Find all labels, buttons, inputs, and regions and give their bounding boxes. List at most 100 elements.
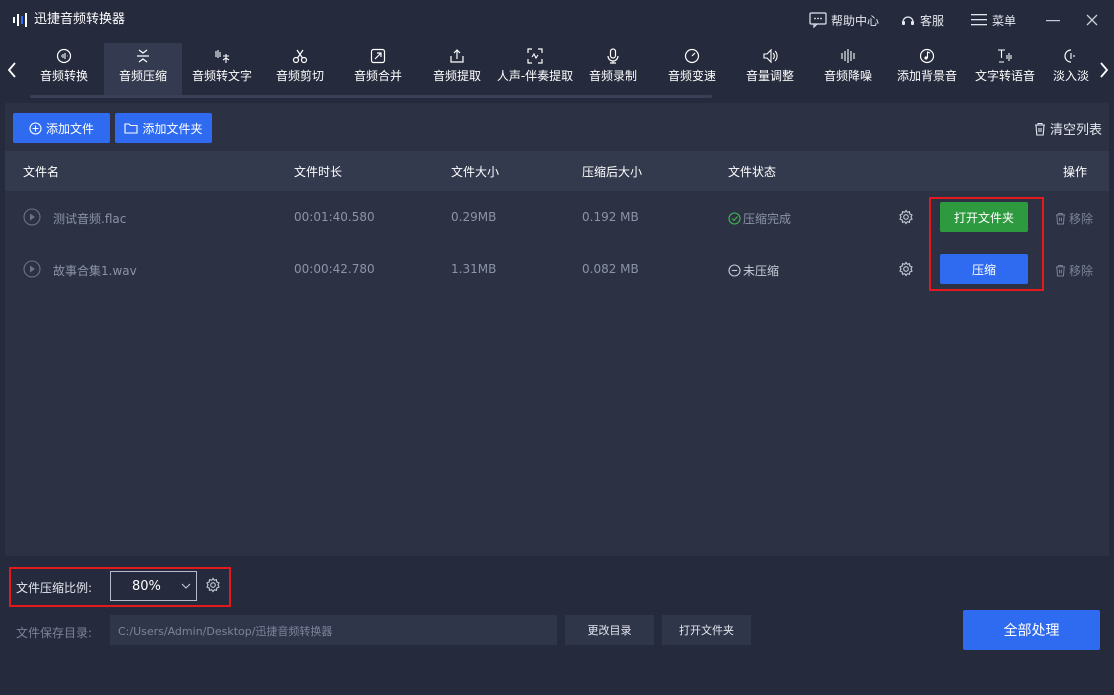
file-duration: 00:00:42.780: [294, 262, 375, 276]
help-center-button[interactable]: 帮助中心: [809, 10, 879, 30]
background-music-icon: [919, 48, 935, 64]
scissors-icon: [292, 49, 308, 64]
column-header-status: 文件状态: [728, 165, 777, 179]
compress-ratio-select[interactable]: 80%: [110, 571, 197, 601]
tool-label: 音频合并: [353, 69, 402, 83]
tool-fade[interactable]: 淡入淡: [1044, 43, 1098, 95]
status-badge: 压缩完成: [728, 210, 791, 227]
tool-add-background-music[interactable]: 添加背景音: [888, 43, 966, 95]
app-title: 迅捷音频转换器: [34, 12, 126, 27]
tool-audio-merge[interactable]: 音频合并: [339, 43, 417, 95]
add-folder-label: 添加文件夹: [142, 121, 203, 136]
play-icon[interactable]: [23, 208, 41, 226]
process-all-button[interactable]: 全部处理: [963, 610, 1100, 650]
fade-icon: [1064, 49, 1075, 63]
trash-icon: [1034, 122, 1045, 136]
highlight-action-buttons: [929, 197, 1044, 291]
column-header-duration: 文件时长: [294, 165, 343, 179]
status-badge: 未压缩: [728, 262, 779, 279]
column-header-compressed-size: 压缩后大小: [582, 165, 643, 179]
tool-label: 音频变速: [667, 69, 716, 83]
extract-icon: [450, 49, 464, 63]
customer-service-label: 客服: [920, 13, 945, 28]
customer-service-button[interactable]: 客服: [900, 10, 944, 30]
help-center-label: 帮助中心: [831, 13, 880, 28]
menu-button[interactable]: 菜单: [970, 10, 1016, 30]
folder-icon: [124, 123, 139, 134]
minus-circle-icon: [728, 264, 741, 277]
title-bar: 迅捷音频转换器 帮助中心 客服 菜单: [0, 0, 1114, 40]
clear-list-label: 清空列表: [1049, 123, 1102, 138]
save-dir-label: 文件保存目录:: [16, 626, 93, 640]
microphone-icon: [607, 48, 619, 64]
minimize-icon[interactable]: [1043, 10, 1063, 30]
tool-label: 添加背景音: [896, 69, 957, 83]
add-file-button[interactable]: 添加文件: [13, 113, 110, 143]
tool-audio-convert[interactable]: 音频转换: [25, 43, 103, 95]
table-header: 文件名 文件时长 文件大小 压缩后大小 文件状态 操作: [5, 151, 1109, 191]
audio-convert-icon: [56, 48, 72, 64]
change-dir-button[interactable]: 更改目录: [565, 615, 654, 645]
play-icon[interactable]: [23, 260, 41, 278]
tool-audio-cut[interactable]: 音频剪切: [261, 43, 339, 95]
volume-icon: [763, 48, 778, 64]
check-circle-icon: [728, 212, 741, 225]
text-to-speech-icon: [998, 49, 1012, 63]
tool-label: 音频录制: [588, 69, 637, 83]
tool-audio-speed[interactable]: 音频变速: [653, 43, 731, 95]
remove-button[interactable]: 移除: [1055, 210, 1093, 227]
status-text: 压缩完成: [743, 212, 792, 226]
chevron-left-icon[interactable]: [4, 58, 20, 82]
toolbar-scrollbar[interactable]: [30, 95, 712, 98]
gear-icon[interactable]: [898, 261, 914, 277]
compressed-size: 0.082 MB: [582, 262, 639, 276]
tool-audio-extract[interactable]: 音频提取: [418, 43, 496, 95]
tool-label: 音频剪切: [275, 69, 324, 83]
trash-icon: [1055, 212, 1066, 225]
file-list-panel: 添加文件 添加文件夹 清空列表 文件名 文件时长 文件大小 压缩后大小 文件状态…: [5, 103, 1109, 556]
audio-compress-icon: [137, 49, 149, 63]
compress-ratio-label: 文件压缩比例:: [16, 581, 93, 595]
app-logo-icon: [13, 13, 27, 27]
chat-icon: [809, 12, 827, 28]
tool-vocal-extract[interactable]: 人声-伴奏提取: [496, 43, 574, 95]
ratio-settings-gear-icon[interactable]: [205, 577, 221, 593]
tool-label: 音频转换: [39, 69, 88, 83]
tool-label: 音频转文字: [191, 69, 252, 83]
chevron-right-icon[interactable]: [1096, 58, 1112, 82]
file-size: 0.29MB: [451, 210, 497, 224]
tool-audio-compress[interactable]: 音频压缩: [104, 43, 182, 95]
speed-icon: [684, 48, 700, 64]
file-name: 测试音频.flac: [53, 212, 127, 226]
tool-audio-record[interactable]: 音频录制: [574, 43, 652, 95]
add-folder-button[interactable]: 添加文件夹: [115, 113, 212, 143]
feature-toolbar: 音频转换 音频压缩 音频转文字 音频剪切 音频合并 音频提取 人声-伴奏提取 音…: [0, 40, 1114, 102]
column-header-name: 文件名: [23, 165, 60, 179]
tool-audio-denoise[interactable]: 音频降噪: [809, 43, 887, 95]
open-folder-bottom-button[interactable]: 打开文件夹: [662, 615, 751, 645]
gear-icon[interactable]: [898, 209, 914, 225]
menu-label: 菜单: [992, 13, 1017, 28]
add-file-label: 添加文件: [45, 121, 94, 136]
save-dir-input[interactable]: C:/Users/Admin/Desktop/迅捷音频转换器: [110, 615, 557, 645]
tool-label: 文字转语音: [974, 69, 1035, 83]
close-icon[interactable]: [1082, 10, 1102, 30]
tool-audio-to-text[interactable]: 音频转文字: [183, 43, 261, 95]
remove-label: 移除: [1069, 264, 1094, 278]
file-duration: 00:01:40.580: [294, 210, 375, 224]
trash-icon: [1055, 264, 1066, 277]
remove-button[interactable]: 移除: [1055, 262, 1093, 279]
compress-ratio-value: 80%: [132, 579, 161, 594]
tool-text-to-speech[interactable]: 文字转语音: [966, 43, 1044, 95]
compressed-size: 0.192 MB: [582, 210, 639, 224]
clear-list-button[interactable]: 清空列表: [1034, 119, 1102, 138]
plus-circle-icon: [29, 121, 42, 135]
file-size: 1.31MB: [451, 262, 497, 276]
tool-volume-adjust[interactable]: 音量调整: [731, 43, 809, 95]
column-header-size: 文件大小: [451, 165, 500, 179]
audio-to-text-icon: [215, 50, 230, 63]
chevron-down-icon: [181, 583, 191, 589]
tool-label: 音频提取: [432, 69, 481, 83]
tool-label: 淡入淡: [1052, 69, 1089, 83]
hamburger-icon: [971, 14, 987, 26]
